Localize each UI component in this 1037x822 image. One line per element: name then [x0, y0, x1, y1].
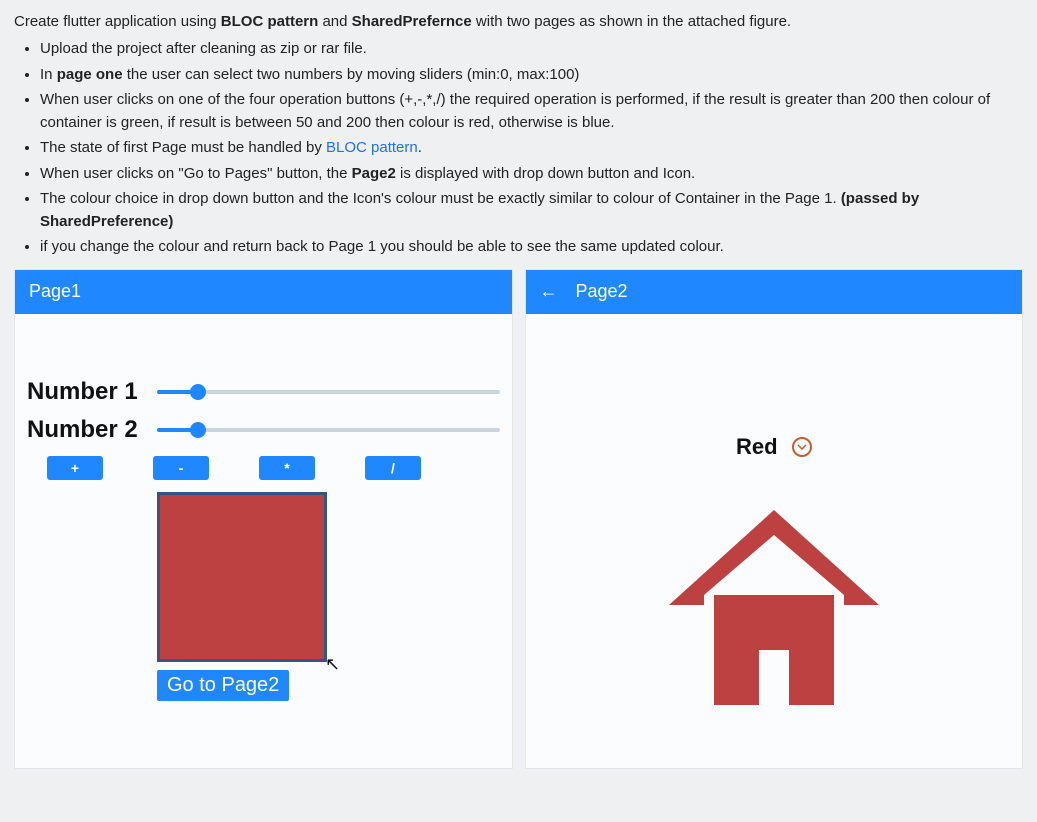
title-sharedpref: SharedPrefernce: [352, 13, 472, 30]
chevron-down-icon: [792, 437, 812, 457]
bullet-page2-nav: When user clicks on "Go to Pages" button…: [40, 162, 1023, 185]
bloc-pattern-link: BLOC pattern: [326, 139, 418, 156]
slider-thumb-icon[interactable]: [190, 422, 206, 438]
number1-slider[interactable]: [157, 389, 500, 395]
result-container: [157, 492, 327, 662]
bullet-bloc-state: The state of first Page must be handled …: [40, 136, 1023, 159]
assignment-instructions: Create flutter application using BLOC pa…: [14, 10, 1023, 259]
home-icon: [659, 500, 889, 710]
back-arrow-icon[interactable]: ←: [540, 281, 558, 302]
cursor-icon: ↖: [325, 654, 340, 675]
go-to-page2-button[interactable]: Go to Page2: [157, 670, 289, 701]
bullet-colour-sync: The colour choice in drop down button an…: [40, 187, 1023, 234]
number1-row: Number 1: [27, 378, 500, 406]
slider-thumb-icon[interactable]: [190, 384, 206, 400]
colour-dropdown[interactable]: Red: [736, 434, 812, 460]
bullet-return-colour: if you change the colour and return back…: [40, 235, 1023, 258]
number1-label: Number 1: [27, 378, 157, 406]
bullet-operations: When user clicks on one of the four oper…: [40, 88, 1023, 135]
number2-label: Number 2: [27, 416, 157, 444]
number2-slider[interactable]: [157, 427, 500, 433]
page1-mock: Page1 Number 1 Number 2 +: [14, 269, 513, 769]
page1-title: Page1: [29, 281, 81, 302]
subtract-button[interactable]: -: [153, 456, 209, 480]
operations-row: + - * /: [47, 456, 500, 480]
divide-button[interactable]: /: [365, 456, 421, 480]
bullet-upload: Upload the project after cleaning as zip…: [40, 37, 1023, 60]
title-pre: Create flutter application using: [14, 13, 221, 30]
page2-body: Red: [526, 314, 1023, 720]
title-bloc: BLOC pattern: [221, 13, 319, 30]
page1-body: Number 1 Number 2 + - * /: [15, 314, 512, 713]
mockup-row: Page1 Number 1 Number 2 +: [14, 269, 1023, 769]
title-line: Create flutter application using BLOC pa…: [14, 10, 1023, 33]
dropdown-value: Red: [736, 434, 778, 460]
number2-row: Number 2: [27, 416, 500, 444]
page2-mock: ← Page2 Red: [525, 269, 1024, 769]
page1-appbar: Page1: [15, 270, 512, 314]
bullet-list: Upload the project after cleaning as zip…: [14, 37, 1023, 258]
multiply-button[interactable]: *: [259, 456, 315, 480]
bullet-page-one: In page one the user can select two numb…: [40, 63, 1023, 86]
page2-title: Page2: [576, 281, 628, 302]
page2-appbar: ← Page2: [526, 270, 1023, 314]
add-button[interactable]: +: [47, 456, 103, 480]
